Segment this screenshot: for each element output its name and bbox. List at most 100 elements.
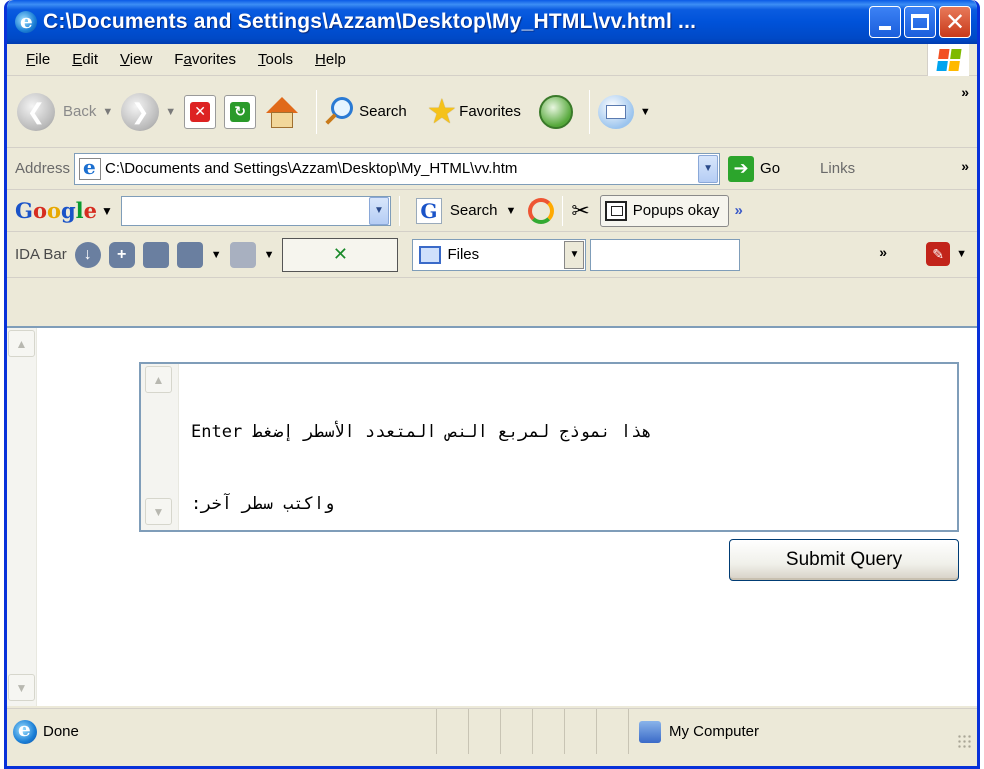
google-search-input[interactable]: ▼	[120, 195, 391, 226]
resize-grip[interactable]	[957, 734, 973, 750]
close-button[interactable]: ✕	[939, 6, 971, 38]
menu-bar: File Edit View Favorites Tools Help	[7, 44, 977, 76]
mail-icon	[597, 94, 634, 129]
toolbar-overflow-chevron[interactable]: »	[961, 84, 969, 100]
status-cell	[437, 709, 469, 754]
links-button[interactable]: Links	[820, 160, 855, 177]
back-button[interactable]: ❮ Back ▼	[17, 92, 113, 131]
menu-edit[interactable]: Edit	[61, 51, 109, 68]
minimize-button[interactable]	[869, 6, 901, 38]
mail-dropdown-icon[interactable]: ▼	[640, 106, 651, 118]
address-input[interactable]: C:\Documents and Settings\Azzam\Desktop\…	[74, 152, 721, 185]
house-icon[interactable]	[176, 241, 203, 268]
textarea-line: هذا نموذج لمربع النص المتعدد الأسطر إضغط…	[191, 422, 652, 442]
media-button[interactable]	[538, 94, 573, 129]
go-arrow-icon: ➔	[728, 155, 755, 182]
mail-button[interactable]: ▼	[597, 94, 651, 129]
stop-button[interactable]: ✕	[184, 94, 217, 129]
minimize-icon	[879, 26, 891, 30]
page-scrollbar[interactable]: ▲ ▼	[7, 328, 37, 706]
textarea-line: واكتب سطر آخر:	[191, 494, 335, 514]
favorites-button[interactable]: ★ Favorites	[427, 95, 521, 129]
google-search-dropdown-icon[interactable]: ▼	[505, 205, 516, 217]
window-title: C:\Documents and Settings\Azzam\Desktop\…	[43, 10, 697, 33]
refresh-button[interactable]: ↻	[224, 94, 257, 129]
links-overflow-chevron[interactable]: »	[961, 158, 969, 174]
status-cell	[469, 709, 501, 754]
settings-dropdown-icon[interactable]: ▼	[264, 249, 275, 261]
status-cell	[533, 709, 565, 754]
toolbar-separator	[316, 89, 318, 134]
search-button[interactable]: Search	[325, 96, 407, 127]
windows-logo-icon	[927, 44, 969, 76]
popup-blocker-icon[interactable]: ✂	[571, 198, 589, 224]
textarea-scroll-down-button[interactable]: ▼	[145, 498, 172, 525]
submit-query-button[interactable]: Submit Query	[729, 539, 959, 581]
favorites-label: Favorites	[459, 103, 521, 120]
popups-okay-button[interactable]: Popups okay	[599, 194, 729, 227]
ida-search-input[interactable]	[590, 238, 741, 271]
textarea-scrollbar[interactable]: ▲ ▼	[141, 364, 179, 530]
computer-icon	[639, 720, 661, 743]
textarea-scroll-up-button[interactable]: ▲	[145, 366, 172, 393]
back-arrow-icon: ❮	[17, 92, 55, 131]
ida-toolbar: IDA Bar ↓ + ▼ ▼ ✕ Files ▼ » ✎ ▼	[7, 232, 977, 278]
forward-button[interactable]: ❯ ▼	[121, 92, 176, 131]
settings-icon[interactable]	[229, 241, 256, 268]
forward-dropdown-icon[interactable]: ▼	[165, 106, 176, 118]
address-label: Address	[15, 160, 71, 177]
status-bar: Done My Computer	[7, 708, 977, 754]
popup-window-icon	[604, 200, 627, 221]
status-text-area: Done	[7, 709, 437, 754]
pdf-button[interactable]: ✎ ▼	[926, 242, 967, 266]
google-toolbar: Google ▼ ▼ G Search ▼ ✂ Popups okay »	[7, 190, 977, 232]
add-icon[interactable]: +	[108, 241, 135, 268]
clipboard-icon[interactable]	[142, 241, 169, 268]
menu-help[interactable]: Help	[304, 51, 357, 68]
menu-file[interactable]: File	[15, 51, 61, 68]
house-dropdown-icon[interactable]: ▼	[211, 249, 222, 261]
home-button[interactable]	[264, 95, 300, 129]
cursor-pick-button[interactable]: ✕	[282, 237, 399, 272]
page-status-icon	[13, 717, 37, 744]
files-dropdown-button[interactable]: ▼	[564, 240, 585, 269]
multiline-textarea[interactable]: ▲ ▼ هذا نموذج لمربع النص المتعدد الأسطر …	[139, 362, 959, 532]
menu-favorites[interactable]: Favorites	[163, 51, 247, 68]
refresh-icon: ↻	[224, 94, 257, 129]
ida-bar-label: IDA Bar	[15, 246, 67, 263]
go-label: Go	[760, 160, 781, 177]
menu-view[interactable]: View	[109, 51, 163, 68]
close-icon: ✕	[944, 8, 966, 36]
files-value: Files	[447, 246, 480, 263]
address-value: C:\Documents and Settings\Azzam\Desktop\…	[105, 160, 518, 177]
address-dropdown-button[interactable]: ▼	[698, 154, 719, 183]
media-icon	[538, 94, 573, 129]
google-logo[interactable]: Google	[15, 198, 97, 223]
forward-arrow-icon: ❯	[121, 92, 160, 131]
back-dropdown-icon[interactable]: ▼	[102, 106, 113, 118]
google-overflow-chevron[interactable]: »	[735, 202, 743, 219]
download-icon[interactable]: ↓	[74, 241, 101, 268]
pdf-dropdown-icon[interactable]: ▼	[956, 248, 967, 260]
page-scroll-up-button[interactable]: ▲	[8, 330, 35, 357]
page-scroll-down-button[interactable]: ▼	[8, 674, 35, 701]
toolbar-separator	[562, 195, 564, 226]
address-bar: Address C:\Documents and Settings\Azzam\…	[7, 148, 977, 190]
menu-tools[interactable]: Tools	[247, 51, 304, 68]
back-label: Back	[63, 103, 97, 120]
security-zone: My Computer	[629, 709, 977, 754]
files-select[interactable]: Files ▼	[412, 238, 587, 271]
google-menu-dropdown-icon[interactable]: ▼	[101, 204, 113, 218]
home-icon	[264, 95, 300, 129]
maximize-button[interactable]	[904, 6, 936, 38]
toolbar-separator	[588, 89, 590, 134]
google-search-dropdown-button[interactable]: ▼	[368, 196, 389, 225]
pagerank-icon[interactable]	[528, 197, 555, 224]
stop-icon: ✕	[184, 94, 217, 129]
google-search-button[interactable]: G Search ▼	[415, 197, 516, 224]
title-bar[interactable]: C:\Documents and Settings\Azzam\Desktop\…	[7, 0, 977, 44]
go-button[interactable]: ➔ Go	[728, 155, 781, 182]
popups-label: Popups okay	[632, 202, 720, 219]
status-cell	[501, 709, 533, 754]
ida-overflow-chevron[interactable]: »	[879, 244, 887, 260]
